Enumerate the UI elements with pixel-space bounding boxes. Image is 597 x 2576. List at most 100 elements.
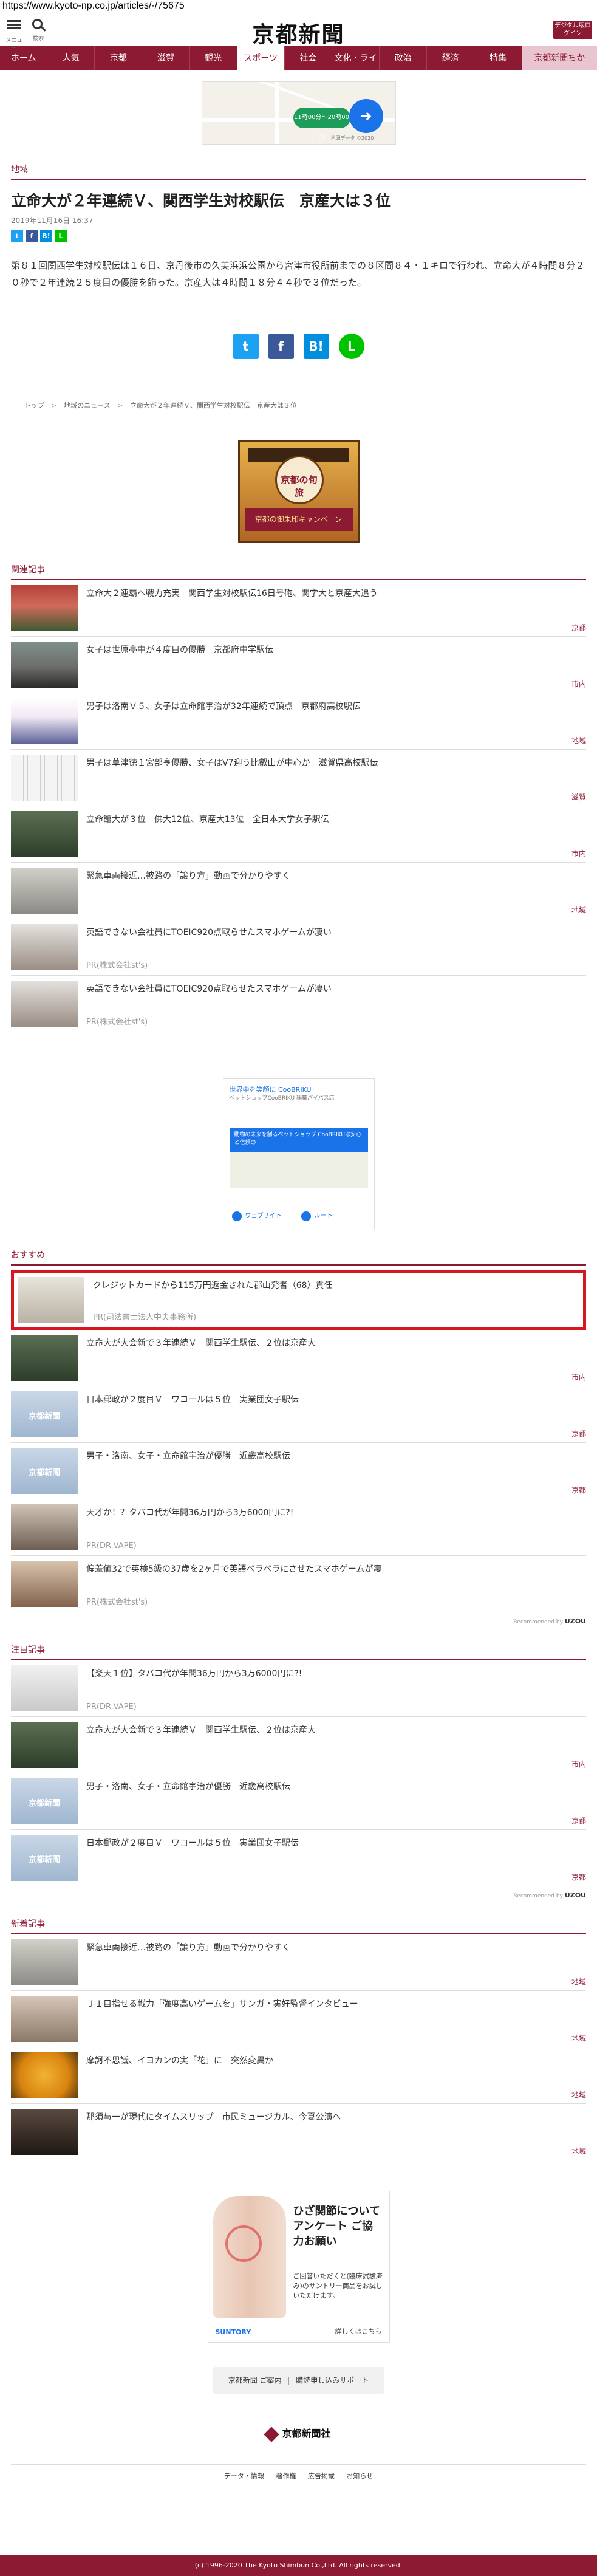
recommend-item[interactable]: 天才か！？タバコ代が年間36万円から3万6000円に?! PR(DR.VAPE) [11, 1499, 586, 1556]
pet-shop-map-ad[interactable]: 世界中を笑顔に CooBRIKU ペットショップCooBRIKU 稲築パイパス店… [222, 1078, 375, 1230]
top-map-ad[interactable]: 11時00分〜20時00分 ➜ 地図データ ©2020 [201, 81, 396, 145]
nav-popular[interactable]: 人気 [47, 46, 95, 70]
item-title: 立命大２連覇へ戦力充実 関西学生対校駅伝16日号砲、関学大と京産大追う [86, 589, 378, 598]
nav-society[interactable]: 社会 [285, 46, 332, 70]
recommend-item[interactable]: 京都新聞 日本郵政が２度目Ｖ ワコールは５位 実業団女子駅伝 京都 [11, 1386, 586, 1443]
item-title: 【楽天１位】タバコ代が年間36万円から3万6000円に?! [86, 1669, 302, 1679]
nav-politics[interactable]: 政治 [380, 46, 428, 70]
directions-icon[interactable]: ➜ [349, 99, 383, 133]
nav-kyoto-chika[interactable]: 京都新聞ちか [522, 46, 597, 70]
nav-shiga[interactable]: 滋賀 [142, 46, 190, 70]
featured-item[interactable]: 京都新聞 日本郵政が２度目Ｖ ワコールは５位 実業団女子駅伝 京都 [11, 1830, 586, 1886]
footer-menu-data[interactable]: データ・情報 [224, 2472, 264, 2480]
article-thumbnail [11, 924, 78, 970]
recommend-item[interactable]: 京都新聞 男子・洛南、女子・立命館宇治が優勝 近畿高校駅伝 京都 [11, 1443, 586, 1499]
item-category: 市内 [571, 680, 586, 688]
breadcrumb-separator: > [117, 402, 123, 409]
line-icon[interactable]: L [338, 334, 364, 359]
related-item[interactable]: 女子は世原亭中が４度目の優勝 京都府中学駅伝 市内 [11, 637, 586, 693]
nav-special[interactable]: 特集 [474, 46, 522, 70]
route-button[interactable]: ルート [299, 1209, 368, 1224]
article-thumbnail [18, 1277, 84, 1323]
related-item[interactable]: 男子は洛南Ｖ５、女子は立命館宇治が32年連続で頂点 京都府高校駅伝 地域 [11, 693, 586, 750]
hatena-bookmark-icon[interactable]: B! [40, 230, 52, 242]
article-date: 2019年11月16日 16:37 [11, 216, 94, 225]
footer-menu-copyright[interactable]: 著作権 [276, 2472, 296, 2480]
item-title: 偏差値32で英検5級の37歳を2ヶ月で英語ペラペラにさせたスマホゲームが凄 [86, 1564, 382, 1574]
placeholder-logo: 京都新聞 [28, 1412, 60, 1421]
facebook-icon[interactable]: f [26, 230, 38, 242]
footer-logo-text: 京都新聞社 [282, 2428, 331, 2439]
item-title: 立命館大が３位 佛大12位、京産大13位 全日本大学女子駅伝 [86, 815, 329, 824]
footer-menu-notices[interactable]: お知らせ [346, 2472, 373, 2480]
item-category: 京都 [571, 1817, 586, 1825]
uzou-logo: UZOU [564, 1617, 586, 1625]
copyright-bar: (c) 1996-2020 The Kyoto Shimbun Co.,Ltd.… [0, 2555, 597, 2576]
recommended-by[interactable]: Recommended by UZOU [11, 1617, 586, 1625]
item-category: 地域 [571, 736, 586, 745]
featured-item[interactable]: 【楽天１位】タバコ代が年間36万円から3万6000円に?! PR(DR.VAPE… [11, 1660, 586, 1717]
website-button[interactable]: ウェブサイト [230, 1209, 299, 1224]
share-bar-top: t f B! L [11, 230, 586, 242]
ad-more-link[interactable]: 詳しくはこちら [335, 2326, 382, 2336]
article-title: 立命大が２年連続Ｖ、関西学生対校駅伝 京産大は３位 [11, 192, 391, 210]
twitter-icon[interactable]: t [11, 230, 23, 242]
shrine-campaign-ad[interactable]: 京都の旬旅 京都の御朱印キャンペーン [237, 440, 360, 543]
nav-kyoto[interactable]: 京都 [95, 46, 143, 70]
item-category: 市内 [571, 1373, 586, 1382]
related-item[interactable]: 緊急車両接近…被路の「譲り方」動画で分かりやすく 地域 [11, 863, 586, 919]
related-list: 立命大２連覇へ戦力充実 関西学生対校駅伝16日号砲、関学大と京産大追う 京都 女… [11, 580, 586, 1032]
footer-menu-advertising[interactable]: 広告掲載 [308, 2472, 335, 2480]
guide-link[interactable]: 京都新聞 ご案内 [228, 2376, 282, 2385]
latest-item[interactable]: Ｊ１目指せる戦力「強度高いゲームを」サンガ・実好監督インタビュー 地域 [11, 1991, 586, 2047]
kyoto-shimbun-mark-icon [264, 2426, 280, 2442]
digital-login-button[interactable]: デジタル版ログイン [553, 21, 592, 39]
item-title: 男子は洛南Ｖ５、女子は立命館宇治が32年連続で頂点 京都府高校駅伝 [86, 702, 361, 711]
recommend-item[interactable]: 立命大が大会新で３年連続Ｖ 関西学生駅伝、２位は京産大 市内 [11, 1330, 586, 1386]
related-item[interactable]: 英語できない会社員にTOEIC920点取らせたスマホゲームが凄い PR(株式会社… [11, 976, 586, 1032]
item-category: 地域 [571, 2147, 586, 2156]
browser-url[interactable]: https://www.kyoto-np.co.jp/articles/-/75… [0, 0, 597, 13]
knee-survey-ad[interactable]: ひざ関節について アンケート ご協力お願い ご回答いただくと(臨床試験済み)のサ… [207, 2191, 390, 2343]
item-title: 立命大が大会新で３年連続Ｖ 関西学生駅伝、２位は京産大 [86, 1725, 316, 1735]
hatena-bookmark-icon[interactable]: B! [303, 334, 329, 359]
featured-item[interactable]: 立命大が大会新で３年連続Ｖ 関西学生駅伝、２位は京産大 市内 [11, 1717, 586, 1773]
related-item[interactable]: 男子は草津徳１宮部亨優勝、女子はV7迎う比叡山が中心か 滋賀県高校駅伝 滋賀 [11, 750, 586, 806]
recommend-item[interactable]: 偏差値32で英検5級の37歳を2ヶ月で英語ペラペラにさせたスマホゲームが凄 PR… [11, 1556, 586, 1612]
line-icon[interactable]: L [55, 230, 67, 242]
related-item[interactable]: 立命館大が３位 佛大12位、京産大13位 全日本大学女子駅伝 市内 [11, 806, 586, 863]
subscription-support-link[interactable]: 購読申し込みサポート [296, 2376, 369, 2385]
article-thumbnail [11, 1561, 78, 1607]
footer-menu: データ・情報 著作権 広告掲載 お知らせ [11, 2464, 586, 2487]
nav-tourism[interactable]: 観光 [190, 46, 237, 70]
nav-sports[interactable]: スポーツ [237, 46, 285, 70]
related-item[interactable]: 立命大２連覇へ戦力充実 関西学生対校駅伝16日号砲、関学大と京産大追う 京都 [11, 580, 586, 637]
item-category: 市内 [571, 1760, 586, 1769]
footer-logo[interactable]: 京都新聞社 [0, 2425, 597, 2442]
share-bar-bottom: t f B! L [0, 334, 597, 359]
breadcrumb-region[interactable]: 地域のニュース [64, 402, 110, 409]
suntory-logo: SUNTORY [215, 2328, 251, 2336]
placeholder-logo: 京都新聞 [28, 1468, 60, 1478]
article-body: 第８１回関西学生対校駅伝は１６日、京丹後市の久美浜浜公園から宮津市役所前までの８… [11, 260, 585, 288]
latest-item[interactable]: 摩訶不思議、イヨカンの実「花」に 突然変異か 地域 [11, 2047, 586, 2104]
latest-item[interactable]: 緊急車両接近…被路の「譲り方」動画で分かりやすく 地域 [11, 1934, 586, 1991]
latest-item[interactable]: 那須与一が現代にタイムスリップ 市民ミュージカル、今夏公演へ 地域 [11, 2104, 586, 2160]
recommended-by[interactable]: Recommended by UZOU [11, 1891, 586, 1899]
item-category: 地域 [571, 2034, 586, 2043]
related-item[interactable]: 英語できない会社員にTOEIC920点取らせたスマホゲームが凄い PR(株式会社… [11, 919, 586, 976]
nav-culture[interactable]: 文化・ライフ [332, 46, 380, 87]
breadcrumb-top[interactable]: トップ [24, 402, 44, 409]
recommend-item-highlighted[interactable]: クレジットカードから115万円返金された郡山発者（68）貢任 PR(司法書士法人… [11, 1270, 586, 1330]
nav-economy[interactable]: 経済 [427, 46, 475, 70]
site-logo[interactable]: 京都新聞 [0, 17, 597, 49]
link-separator: | [287, 2376, 290, 2385]
item-category: 地域 [571, 2091, 586, 2099]
featured-item[interactable]: 京都新聞 男子・洛南、女子・立命館宇治が優勝 近畿高校駅伝 京都 [11, 1773, 586, 1830]
ad-hours-pill[interactable]: 11時00分〜20時00分 [293, 108, 350, 142]
facebook-icon[interactable]: f [268, 334, 294, 359]
article-thumbnail: 京都新聞 [11, 1778, 78, 1824]
article-thumbnail [11, 1335, 78, 1381]
recommend-list: クレジットカードから115万円返金された郡山発者（68）貢任 PR(司法書士法人… [11, 1270, 586, 1612]
twitter-icon[interactable]: t [233, 334, 259, 359]
